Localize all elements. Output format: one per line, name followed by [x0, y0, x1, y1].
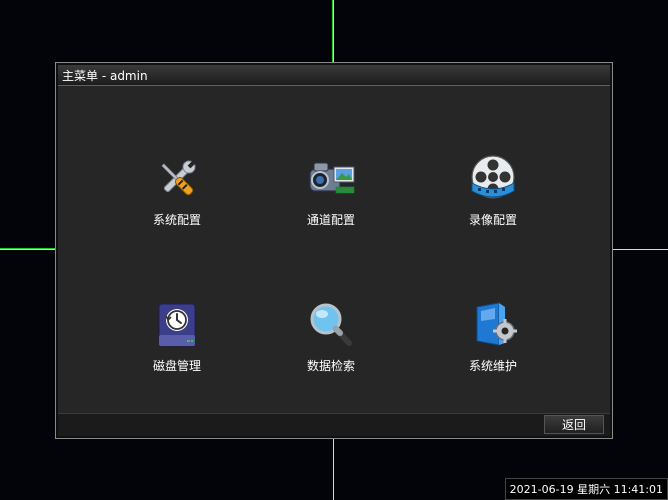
menu-item-label: 系统配置	[152, 213, 201, 227]
back-button[interactable]: 返回	[544, 415, 604, 434]
dvr-screen: 主菜单 - admin 系统配置 通道配置 录像配置 磁盘管理 数据检索 系统维…	[0, 0, 668, 500]
window-footer: 返回	[58, 413, 610, 436]
search-icon	[310, 303, 352, 346]
menu-item-channel-config[interactable]: 通道配置	[266, 155, 396, 245]
menu-item-system-config[interactable]: 系统配置	[112, 155, 242, 245]
menu-item-label: 通道配置	[306, 213, 355, 227]
menu-item-label: 磁盘管理	[152, 359, 201, 373]
camera-icon	[309, 162, 355, 194]
datetime-display: 2021-06-19 星期六 11:41:01	[504, 478, 668, 500]
hard-disk-icon	[158, 303, 196, 347]
menu-item-label: 数据检索	[306, 359, 355, 373]
main-menu-window: 主菜单 - admin 系统配置 通道配置 录像配置 磁盘管理 数据检索 系统维…	[55, 62, 613, 439]
menu-item-data-search[interactable]: 数据检索	[266, 301, 396, 391]
title-bar: 主菜单 - admin	[58, 65, 610, 86]
film-reel-icon	[471, 155, 515, 199]
menu-item-record-config[interactable]: 录像配置	[428, 155, 558, 245]
window-title: 主菜单 - admin	[62, 68, 148, 83]
menu-item-label: 录像配置	[468, 213, 517, 227]
menu-item-system-maintenance[interactable]: 系统维护	[428, 301, 558, 391]
maintenance-icon	[476, 302, 517, 346]
menu-item-label: 系统维护	[468, 359, 517, 373]
tools-icon	[161, 160, 196, 196]
menu-item-disk-management[interactable]: 磁盘管理	[112, 301, 242, 391]
